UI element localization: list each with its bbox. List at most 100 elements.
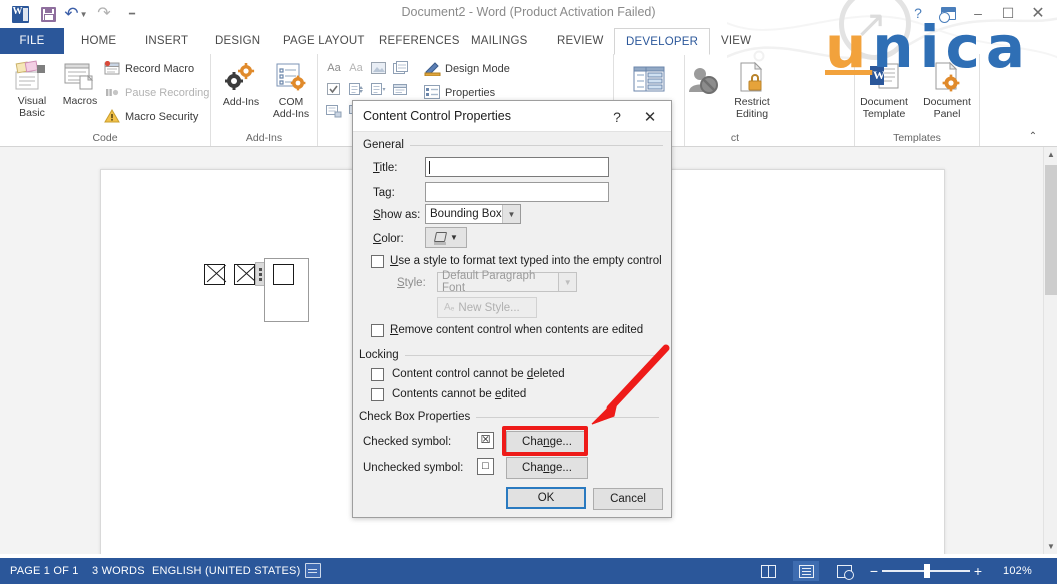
tab-references[interactable]: REFERENCES: [368, 28, 471, 54]
change-unchecked-symbol-button[interactable]: Change...: [506, 457, 588, 479]
ribbon-display-options-icon[interactable]: [933, 2, 963, 24]
document-template-button[interactable]: W Document Template: [852, 58, 916, 120]
zoom-slider-thumb[interactable]: [924, 564, 930, 578]
style-dropdown: Default Paragraph Font ▼: [437, 272, 577, 292]
restrict-editing-label-line1: Restrict: [734, 96, 770, 108]
combo-box-content-control-button[interactable]: [346, 80, 366, 99]
document-panel-button[interactable]: Document Panel: [915, 58, 979, 120]
zoom-in-button[interactable]: +: [970, 563, 986, 579]
dialog-title: Content Control Properties: [363, 109, 511, 123]
macro-security-button[interactable]: Macro Security: [104, 109, 198, 124]
tab-mailings[interactable]: MAILINGS: [460, 28, 539, 54]
tab-mailings-label: MAILINGS: [471, 35, 528, 47]
tab-developer[interactable]: DEVELOPER: [614, 28, 710, 55]
contents-cannot-be-edited-checkbox[interactable]: [371, 388, 384, 401]
macro-security-warning-icon: [104, 109, 121, 124]
zoom-out-button[interactable]: −: [866, 563, 882, 579]
properties-button[interactable]: Properties: [424, 85, 495, 100]
help-icon[interactable]: ?: [903, 2, 933, 24]
cannot-be-deleted-label: Content control cannot be deleted: [392, 368, 565, 380]
date-picker-content-control-button[interactable]: [390, 80, 410, 99]
tab-design-label: DESIGN: [215, 35, 260, 47]
zoom-level-label[interactable]: 102%: [1003, 558, 1032, 584]
read-mode-view-button[interactable]: [755, 561, 781, 581]
tag-input[interactable]: [425, 182, 609, 202]
section-locking: Locking: [359, 349, 659, 361]
tab-design[interactable]: DESIGN: [204, 28, 271, 54]
new-style-icon: Aₑ: [444, 302, 454, 313]
plain-text-content-control-button[interactable]: Aa: [346, 58, 366, 77]
ribbon-tab-strip: FILE HOME INSERT DESIGN PAGE LAYOUT REFE…: [0, 28, 1057, 54]
building-block-gallery-content-control-button[interactable]: [390, 58, 410, 77]
xml-mapping-pane-button[interactable]: [623, 62, 675, 101]
macros-icon: [54, 60, 106, 94]
visual-basic-icon: [6, 60, 58, 94]
rich-text-content-control-button[interactable]: Aa: [324, 58, 344, 77]
collapse-ribbon-button[interactable]: ⌃: [1023, 128, 1043, 144]
tab-page-layout[interactable]: PAGE LAYOUT: [272, 28, 376, 54]
zoom-slider-track[interactable]: [882, 570, 970, 572]
add-ins-button[interactable]: Add-Ins: [215, 58, 267, 109]
ok-button[interactable]: OK: [506, 487, 586, 509]
macros-label: Macros: [63, 95, 97, 107]
section-locking-rule: [405, 355, 659, 356]
restrict-editing-button[interactable]: Restrict Editing: [721, 58, 783, 120]
color-picker-button[interactable]: ▼: [425, 227, 467, 248]
use-style-checkbox[interactable]: [371, 255, 384, 268]
properties-label: Properties: [445, 87, 495, 99]
tab-file[interactable]: FILE: [0, 28, 64, 54]
record-macro-button[interactable]: Record Macro: [104, 61, 194, 76]
close-icon[interactable]: ✕: [1023, 2, 1053, 24]
tab-developer-label: DEVELOPER: [626, 36, 698, 48]
tab-review[interactable]: REVIEW: [546, 28, 615, 54]
tab-insert[interactable]: INSERT: [134, 28, 199, 54]
status-word-count[interactable]: 3 WORDS: [92, 558, 145, 584]
vertical-scroll-thumb[interactable]: [1045, 165, 1057, 295]
macros-button[interactable]: Macros: [54, 57, 106, 108]
document-checkbox-1[interactable]: [204, 264, 225, 285]
design-mode-button[interactable]: Design Mode: [424, 61, 510, 76]
content-control-properties-dialog[interactable]: Content Control Properties ? ✕ General T…: [352, 100, 672, 518]
picture-content-control-button[interactable]: [368, 58, 388, 77]
collapse-ribbon-chevron-icon: ⌃: [1029, 131, 1037, 142]
proofing-errors-icon[interactable]: [305, 563, 321, 578]
maximize-icon[interactable]: ☐: [993, 2, 1023, 24]
remove-content-control-checkbox[interactable]: [371, 324, 384, 337]
visual-basic-label-line1: Visual: [18, 95, 46, 107]
section-check-box-properties-rule: [476, 417, 659, 418]
show-as-dropdown[interactable]: Bounding Box ▼: [425, 204, 521, 224]
web-layout-view-button[interactable]: [831, 561, 857, 581]
vertical-scrollbar[interactable]: ▲ ▼: [1043, 147, 1057, 554]
drop-down-list-content-control-button[interactable]: [368, 80, 388, 99]
minimize-icon[interactable]: –: [963, 2, 993, 24]
repeating-section-content-control-button[interactable]: [324, 102, 344, 121]
window-controls: ? – ☐ ✕: [903, 2, 1053, 24]
visual-basic-button[interactable]: Visual Basic: [6, 57, 58, 119]
print-layout-view-button[interactable]: [793, 561, 819, 581]
change-checked-symbol-button[interactable]: Change...: [506, 431, 588, 453]
scroll-down-arrow-icon[interactable]: ▼: [1044, 539, 1057, 554]
document-checkbox-2[interactable]: [234, 264, 255, 285]
status-page-number[interactable]: PAGE 1 OF 1: [10, 558, 79, 584]
cannot-be-deleted-checkbox[interactable]: [371, 368, 384, 381]
com-add-ins-button[interactable]: COM Add-Ins: [265, 58, 317, 120]
restrict-editing-label-line2: Editing: [736, 108, 768, 120]
document-checkbox-3[interactable]: [273, 264, 294, 285]
dialog-help-icon[interactable]: ?: [607, 107, 627, 127]
ribbon-group-code-label: Code: [0, 132, 210, 144]
fill-bucket-icon: [434, 231, 447, 244]
check-box-content-control-button[interactable]: [324, 80, 344, 99]
restrict-editing-icon: [721, 61, 783, 95]
text-caret: [429, 161, 430, 174]
status-language[interactable]: ENGLISH (UNITED STATES): [152, 558, 300, 584]
tab-view[interactable]: VIEW: [710, 28, 762, 54]
dialog-close-icon[interactable]: ✕: [639, 107, 661, 127]
properties-icon: [424, 85, 441, 100]
cancel-button-label: Cancel: [610, 493, 646, 505]
cancel-button[interactable]: Cancel: [593, 488, 663, 510]
tab-home[interactable]: HOME: [70, 28, 127, 54]
chevron-down-icon[interactable]: ▼: [450, 233, 458, 242]
scroll-up-arrow-icon[interactable]: ▲: [1044, 147, 1057, 162]
title-input[interactable]: [425, 157, 609, 177]
chevron-down-icon[interactable]: ▼: [502, 205, 520, 223]
